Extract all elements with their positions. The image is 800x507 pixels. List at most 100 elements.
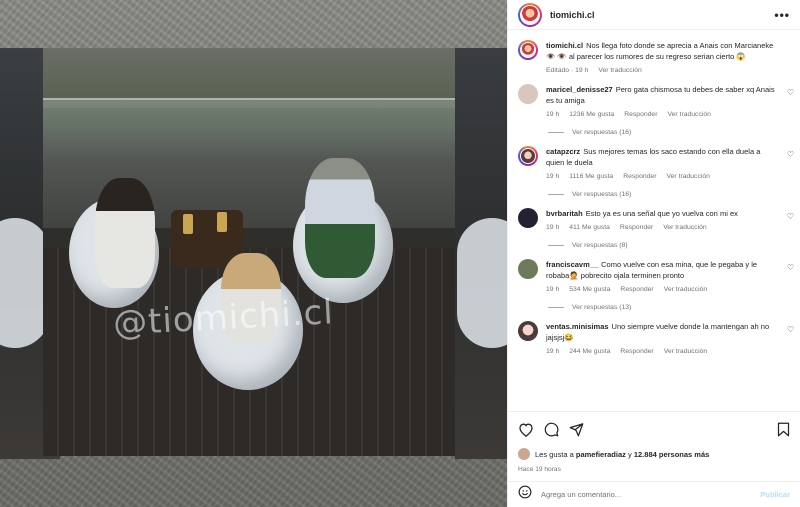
caption-username[interactable]: tiomichi.cl — [546, 41, 583, 50]
comment-heart-icon[interactable]: ♡ — [787, 88, 794, 97]
comment-time: 19 h — [546, 286, 560, 293]
caption-edited: Editado · 19 h — [546, 67, 589, 74]
commenter-avatar[interactable] — [518, 321, 538, 341]
commenter-avatar[interactable] — [518, 259, 538, 279]
comment-meta: 19 h 1236 Me gusta Responder Ver traducc… — [546, 111, 778, 118]
comment-likes[interactable]: 411 Me gusta — [569, 224, 610, 231]
comment-meta: 19 h 534 Me gusta Responder Ver traducci… — [546, 286, 778, 293]
post-viewer: @tiomichi.cl tiomichi.cl ••• tiomichi.cl… — [0, 0, 800, 507]
post-comment-button[interactable]: Publicar — [760, 490, 790, 499]
replies-line — [548, 194, 564, 195]
view-replies-label[interactable]: Ver respuestas (16) — [572, 129, 631, 136]
share-icon[interactable] — [569, 422, 584, 437]
post-side-panel: tiomichi.cl ••• tiomichi.cl Nos llega fot… — [507, 0, 800, 507]
commenter-avatar[interactable] — [518, 146, 538, 166]
reply-button[interactable]: Responder — [620, 348, 653, 355]
blurred-chair — [457, 218, 507, 348]
post-actions: Les gusta a pamefieradiaz y 12.884 perso… — [508, 411, 800, 481]
comment-heart-icon[interactable]: ♡ — [787, 263, 794, 272]
commenter-avatar[interactable] — [518, 84, 538, 104]
action-icons — [518, 422, 790, 437]
comment: catapzcrz Sus mejores temas los saco esta… — [508, 136, 800, 180]
view-replies-label[interactable]: Ver respuestas (8) — [572, 242, 628, 249]
comment-heart-icon[interactable]: ♡ — [787, 325, 794, 334]
comment-heart-icon[interactable]: ♡ — [787, 212, 794, 221]
comment-icon[interactable] — [544, 422, 559, 437]
caption: tiomichi.cl Nos llega foto donde se aprec… — [508, 30, 800, 74]
liker-avatar[interactable] — [518, 448, 530, 460]
caption-text: tiomichi.cl Nos llega foto donde se aprec… — [546, 40, 778, 62]
comment-body: bvrbaritah Esto ya es una señal que yo vu… — [546, 208, 790, 231]
comment: bvrbaritah Esto ya es una señal que yo vu… — [508, 198, 800, 231]
comment-username[interactable]: franciscavm__ — [546, 260, 598, 269]
comment-heart-icon[interactable]: ♡ — [787, 150, 794, 159]
comment-content: Esto ya es una señal que yo vuelva con m… — [585, 209, 738, 218]
reply-button[interactable]: Responder — [624, 111, 657, 118]
view-replies[interactable]: Ver respuestas (8) — [548, 242, 800, 249]
post-media[interactable]: @tiomichi.cl — [0, 0, 507, 507]
comment-time: 19 h — [546, 348, 560, 355]
see-translation-link[interactable]: Ver traducción — [666, 173, 709, 180]
heart-icon[interactable] — [518, 422, 534, 437]
view-replies-label[interactable]: Ver respuestas (13) — [572, 304, 631, 311]
comments-scroll[interactable]: tiomichi.cl Nos llega foto donde se aprec… — [508, 30, 800, 411]
photo-glass — [183, 214, 193, 234]
comment-body: maricel_denisse27 Pero gata chismosa tu d… — [546, 84, 790, 118]
replies-line — [548, 307, 564, 308]
author-avatar[interactable] — [518, 40, 538, 60]
see-translation-link[interactable]: Ver traducción — [667, 111, 710, 118]
liker-username[interactable]: pamefieradiaz — [576, 450, 626, 459]
view-replies[interactable]: Ver respuestas (16) — [548, 191, 800, 198]
commenter-avatar[interactable] — [518, 208, 538, 228]
photo-person-left — [95, 178, 155, 288]
see-translation-link[interactable]: Ver traducción — [664, 348, 707, 355]
comment: maricel_denisse27 Pero gata chismosa tu d… — [508, 74, 800, 118]
comment-body: catapzcrz Sus mejores temas los saco esta… — [546, 146, 790, 180]
comment: ventas.minisimas Uno siempre vuelve donde… — [508, 311, 800, 355]
comment-text: bvrbaritah Esto ya es una señal que yo vu… — [546, 208, 778, 219]
author-avatar[interactable] — [518, 2, 542, 27]
author-username[interactable]: tiomichi.cl — [550, 10, 595, 20]
more-options-icon[interactable]: ••• — [774, 8, 790, 22]
comment-likes[interactable]: 1116 Me gusta — [569, 173, 613, 180]
reply-button[interactable]: Responder — [623, 173, 656, 180]
comment-body: franciscavm__ Como vuelve con esa mina, q… — [546, 259, 790, 293]
view-replies[interactable]: Ver respuestas (16) — [548, 129, 800, 136]
emoji-icon[interactable] — [518, 485, 532, 504]
likes-summary: Les gusta a pamefieradiaz y 12.884 perso… — [518, 448, 790, 460]
post-photo: @tiomichi.cl — [43, 48, 455, 456]
post-header: tiomichi.cl ••• — [508, 0, 800, 30]
photo-person-right — [305, 158, 375, 278]
bookmark-icon[interactable] — [777, 422, 790, 437]
media-blur-right — [455, 48, 507, 459]
likes-and: y — [628, 449, 632, 459]
comment-text: ventas.minisimas Uno siempre vuelve donde… — [546, 321, 778, 343]
comment-username[interactable]: bvrbaritah — [546, 209, 583, 218]
comment: franciscavm__ Como vuelve con esa mina, q… — [508, 249, 800, 293]
comment-text: maricel_denisse27 Pero gata chismosa tu d… — [546, 84, 778, 106]
view-replies[interactable]: Ver respuestas (13) — [548, 304, 800, 311]
photo-glass — [217, 212, 227, 232]
replies-line — [548, 245, 564, 246]
likes-count[interactable]: 12.884 personas más — [634, 450, 709, 459]
reply-button[interactable]: Responder — [620, 224, 653, 231]
comment-likes[interactable]: 244 Me gusta — [569, 348, 610, 355]
comment-time: 19 h — [546, 224, 560, 231]
add-comment-bar: Agrega un comentario... Publicar — [508, 481, 800, 507]
see-translation-link[interactable]: Ver traducción — [663, 224, 706, 231]
comment-username[interactable]: maricel_denisse27 — [546, 85, 613, 94]
comment-body: ventas.minisimas Uno siempre vuelve donde… — [546, 321, 790, 355]
comment-meta: 19 h 1116 Me gusta Responder Ver traducc… — [546, 173, 778, 180]
comment-likes[interactable]: 1236 Me gusta — [569, 111, 614, 118]
comment-time: 19 h — [546, 111, 560, 118]
post-time: Hace 19 horas — [518, 466, 561, 473]
view-replies-label[interactable]: Ver respuestas (16) — [572, 191, 631, 198]
caption-meta: Editado · 19 h Ver traducción — [546, 67, 778, 74]
reply-button[interactable]: Responder — [620, 286, 653, 293]
comment-likes[interactable]: 534 Me gusta — [569, 286, 610, 293]
comment-input[interactable]: Agrega un comentario... — [541, 490, 760, 499]
see-translation-link[interactable]: Ver traducción — [598, 67, 641, 74]
comment-username[interactable]: ventas.minisimas — [546, 322, 609, 331]
comment-username[interactable]: catapzcrz — [546, 147, 580, 156]
see-translation-link[interactable]: Ver traducción — [664, 286, 707, 293]
